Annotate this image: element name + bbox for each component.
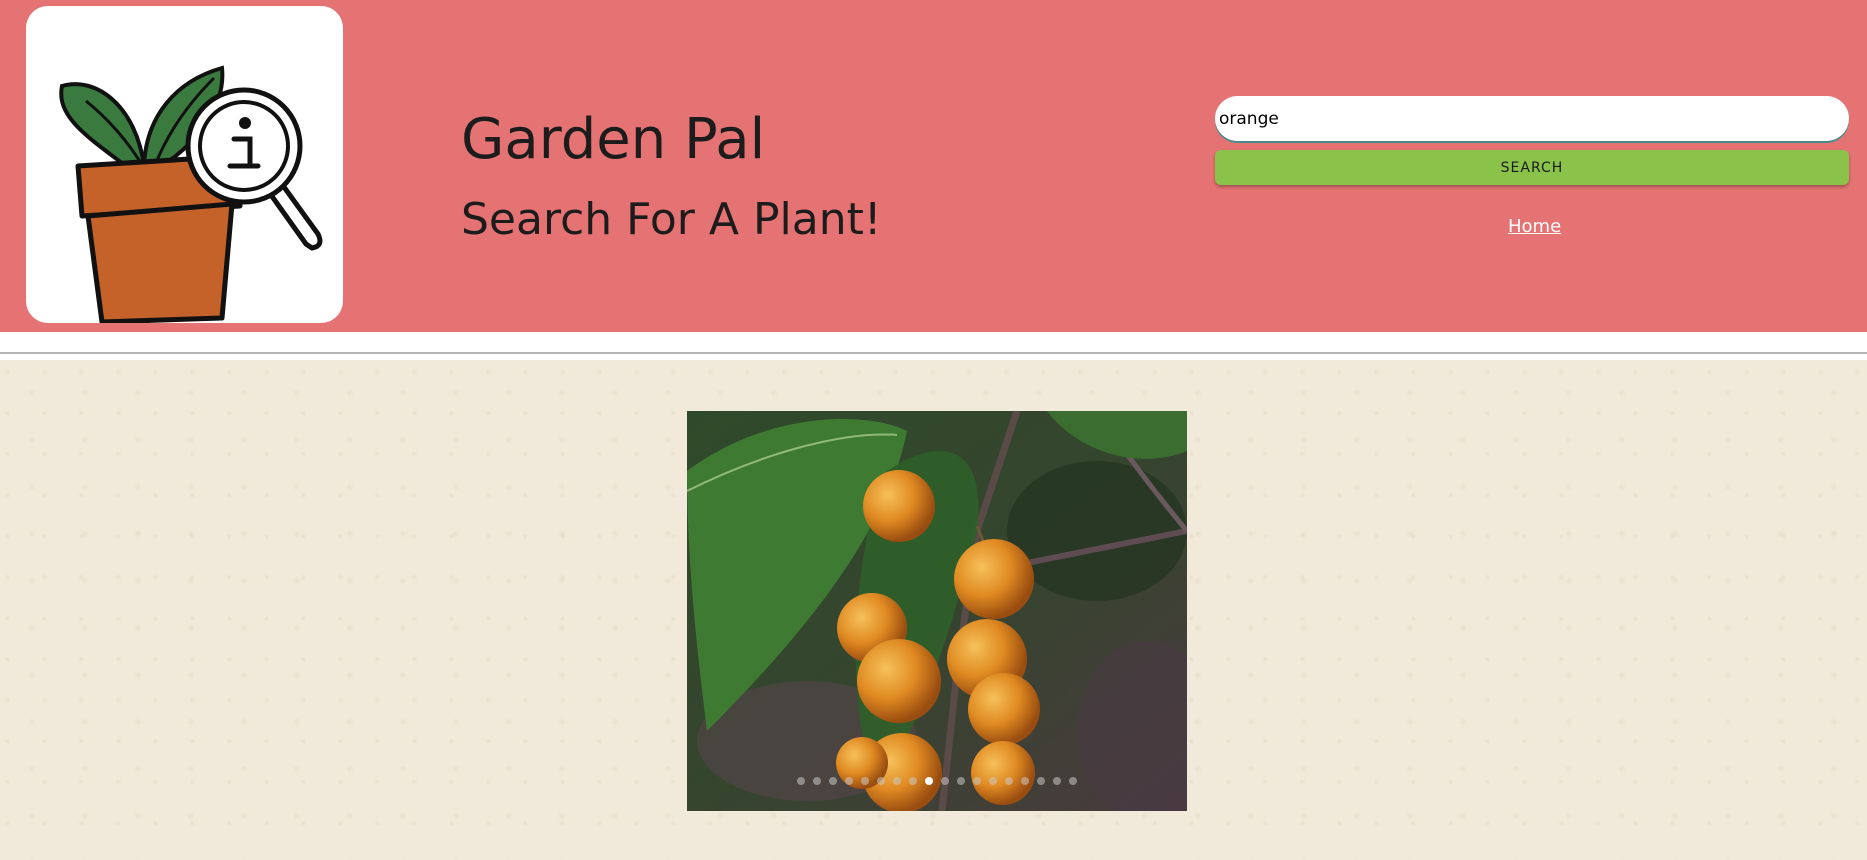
- carousel-dot[interactable]: [845, 777, 853, 785]
- carousel-dot[interactable]: [893, 777, 901, 785]
- search-button[interactable]: SEARCH: [1215, 150, 1849, 185]
- carousel-dot[interactable]: [1069, 777, 1077, 785]
- carousel-dot[interactable]: [1037, 777, 1045, 785]
- carousel-dot[interactable]: [877, 777, 885, 785]
- carousel-dot[interactable]: [1053, 777, 1061, 785]
- carousel-dot[interactable]: [861, 777, 869, 785]
- plant-info-logo-icon: [59, 65, 323, 323]
- carousel-dot[interactable]: [829, 777, 837, 785]
- carousel-dot[interactable]: [973, 777, 981, 785]
- carousel-dot[interactable]: [813, 777, 821, 785]
- home-link[interactable]: Home: [1508, 216, 1561, 237]
- image-carousel[interactable]: [687, 411, 1187, 811]
- carousel-dot[interactable]: [989, 777, 997, 785]
- carousel-dot[interactable]: [957, 777, 965, 785]
- carousel-dot[interactable]: [1021, 777, 1029, 785]
- logo: [26, 6, 343, 323]
- carousel-dot[interactable]: [797, 777, 805, 785]
- carousel-dot[interactable]: [1005, 777, 1013, 785]
- orange-berries-photo: [687, 411, 1187, 811]
- header: Garden Pal Search For A Plant! SEARCH Ho…: [0, 0, 1867, 332]
- carousel-indicators: [687, 777, 1187, 785]
- search-input[interactable]: [1215, 96, 1849, 141]
- carousel-dot[interactable]: [909, 777, 917, 785]
- page-subtitle: Search For A Plant!: [461, 194, 882, 245]
- page-title: Garden Pal: [461, 107, 766, 172]
- carousel-dot[interactable]: [941, 777, 949, 785]
- carousel-dot[interactable]: [925, 777, 933, 785]
- divider-band: [0, 332, 1867, 360]
- divider-line: [0, 352, 1867, 354]
